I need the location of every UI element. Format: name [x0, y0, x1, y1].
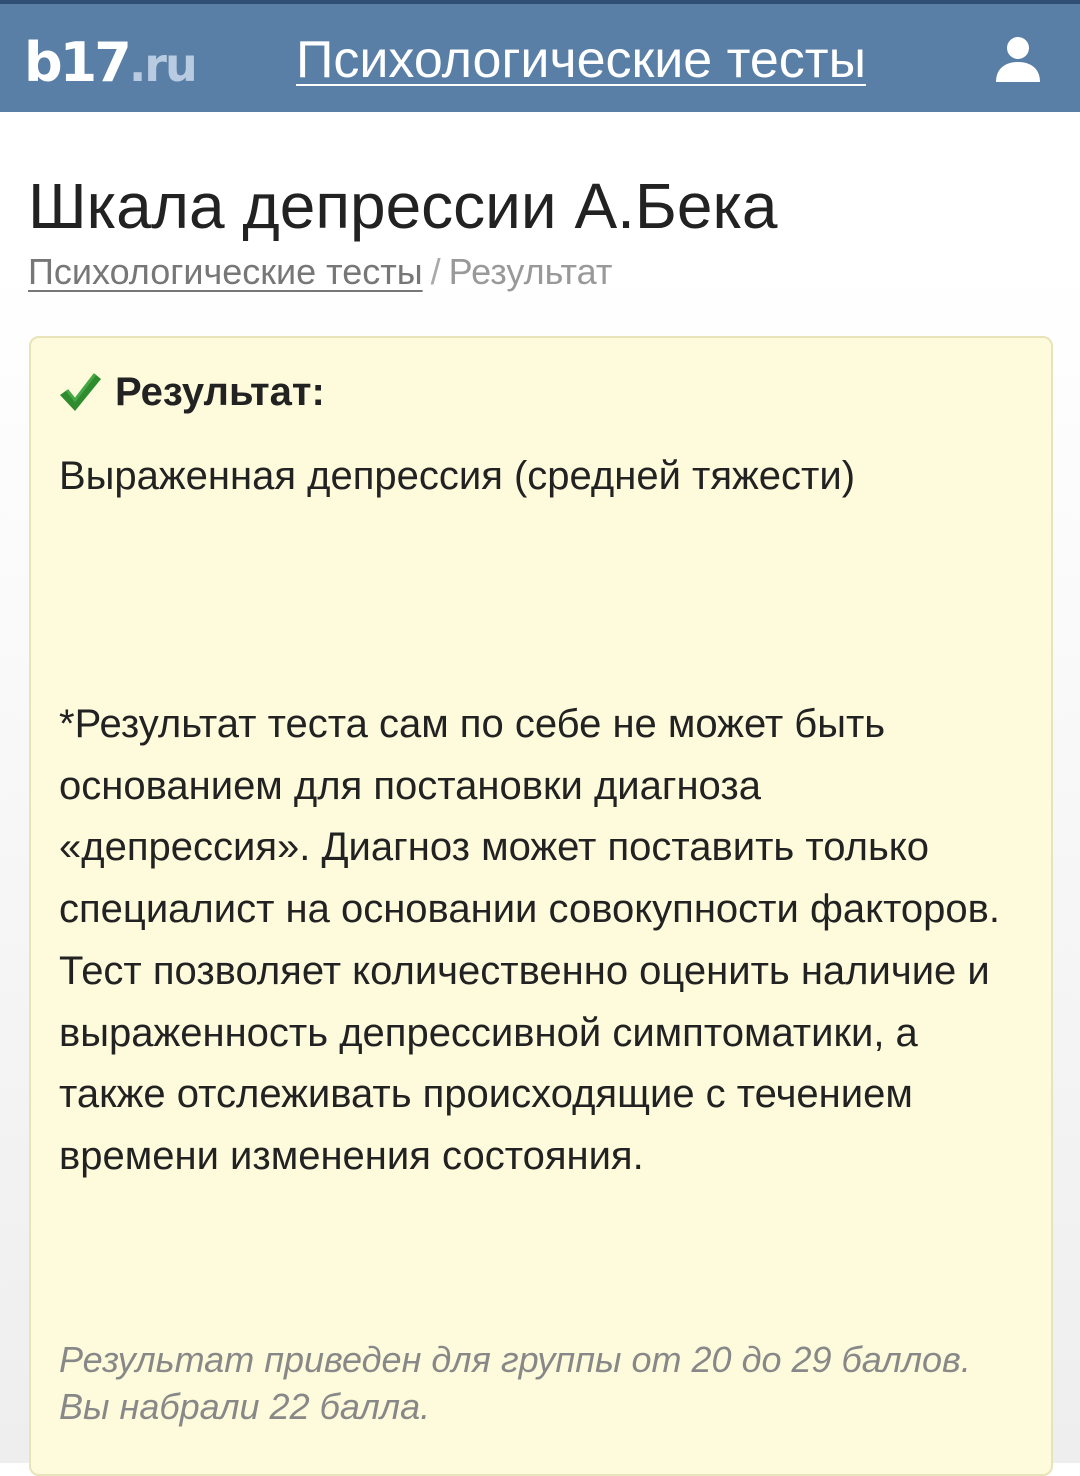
- logo-suffix-text: .ru: [128, 38, 198, 92]
- result-label: Результат:: [115, 370, 325, 414]
- disclaimer-paragraph-purpose: Тест позволяет количественно оценить нал…: [59, 948, 990, 1178]
- breadcrumb-separator: /: [430, 251, 441, 292]
- breadcrumb-link-tests[interactable]: Психологические тесты: [28, 251, 423, 292]
- score-note: Результат приведен для группы от 20 до 2…: [59, 1339, 971, 1427]
- result-disclaimer: *Результат теста сам по себе не может бы…: [59, 694, 1019, 1188]
- breadcrumb: Психологические тесты / Результат: [28, 250, 612, 294]
- result-heading: Результат:: [57, 364, 325, 420]
- page-title: Шкала депрессии А.Бека: [28, 170, 778, 242]
- top-navigation-bar: b17 .ru Психологические тесты: [0, 0, 1080, 112]
- result-panel: Результат: Выраженная депрессия (средней…: [29, 336, 1053, 1476]
- site-logo[interactable]: b17 .ru: [24, 30, 198, 94]
- disclaimer-paragraph-diagnosis: *Результат теста сам по себе не может бы…: [59, 702, 1001, 932]
- site-title-link[interactable]: Психологические тесты: [296, 28, 866, 92]
- check-icon: [60, 373, 101, 411]
- breadcrumb-current: Результат: [448, 251, 613, 292]
- user-icon[interactable]: [994, 34, 1042, 84]
- result-value: Выраженная депрессия (средней тяжести): [59, 454, 856, 498]
- logo-main-text: b17: [24, 31, 132, 94]
